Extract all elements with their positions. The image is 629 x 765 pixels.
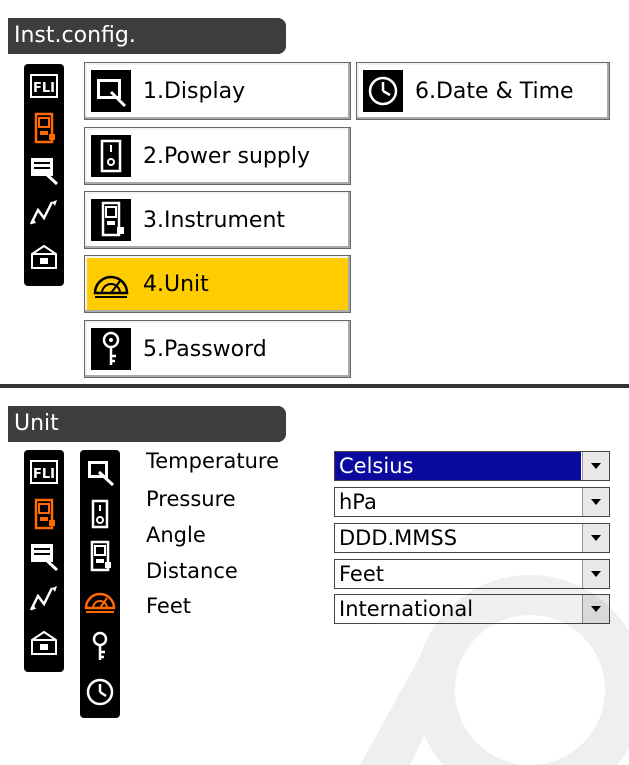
menu-label: 1.Display	[143, 79, 246, 104]
edit-tab-icon[interactable]	[28, 154, 60, 186]
key-icon	[91, 328, 131, 370]
angle-value: DDD.MMSS	[339, 526, 458, 550]
inst-config-title: Inst.config.	[8, 18, 286, 54]
graph-tab-icon[interactable]	[28, 582, 60, 614]
box-tab-icon[interactable]	[28, 626, 60, 658]
submenu-sidebar	[80, 450, 120, 718]
unit-title: Unit	[8, 406, 286, 442]
menu-instrument-button[interactable]: 3.Instrument	[84, 191, 351, 249]
clock-icon	[363, 70, 403, 112]
pressure-label: Pressure	[146, 487, 236, 511]
menu-power-supply-button[interactable]: 2.Power supply	[84, 127, 351, 185]
temperature-label: Temperature	[146, 449, 280, 473]
distance-label: Distance	[146, 559, 238, 583]
pressure-value: hPa	[339, 490, 377, 514]
graph-tab-icon[interactable]	[28, 196, 60, 228]
tab-fl-icon[interactable]: FLI	[28, 70, 60, 102]
chevron-down-icon[interactable]	[582, 488, 609, 516]
angle-label: Angle	[146, 523, 206, 547]
screen-gap	[0, 388, 629, 396]
svg-text:FLI: FLI	[33, 81, 55, 96]
temperature-value: Celsius	[335, 452, 581, 480]
display-icon	[91, 70, 131, 112]
angle-select[interactable]: DDD.MMSS	[334, 523, 610, 553]
temperature-select[interactable]: Celsius	[334, 451, 610, 481]
watermark-graphic	[360, 575, 629, 765]
tab-fl-icon[interactable]: FLI	[28, 456, 60, 488]
pressure-select[interactable]: hPa	[334, 487, 610, 517]
inst-config-screen: Inst.config. FLI 1.Display 2.Power suppl…	[0, 0, 629, 384]
instrument-tab-icon[interactable]	[28, 498, 60, 530]
chevron-down-icon[interactable]	[582, 452, 609, 480]
box-tab-icon[interactable]	[28, 240, 60, 272]
menu-unit-button[interactable]: 4.Unit	[84, 255, 351, 313]
menu-label: 2.Power supply	[143, 144, 310, 169]
menu-label: 6.Date & Time	[415, 79, 574, 104]
menu-date-time-button[interactable]: 6.Date & Time	[356, 62, 610, 120]
unit-protractor-icon[interactable]	[84, 584, 116, 616]
svg-text:FLI: FLI	[33, 467, 55, 482]
mode-sidebar: FLI	[24, 64, 64, 286]
mode-sidebar: FLI	[24, 450, 64, 672]
menu-label: 3.Instrument	[143, 208, 286, 233]
menu-display-button[interactable]: 1.Display	[84, 62, 351, 120]
instrument-tab-icon[interactable]	[28, 112, 60, 144]
unit-protractor-icon	[91, 263, 131, 305]
chevron-down-icon[interactable]	[582, 524, 609, 552]
menu-label: 5.Password	[143, 337, 267, 362]
instrument-icon	[91, 199, 131, 241]
clock-icon[interactable]	[84, 676, 116, 708]
key-icon[interactable]	[84, 630, 116, 662]
edit-tab-icon[interactable]	[28, 540, 60, 572]
feet-label: Feet	[146, 594, 192, 618]
menu-password-button[interactable]: 5.Password	[84, 320, 351, 378]
power-supply-icon[interactable]	[84, 498, 116, 530]
display-icon[interactable]	[84, 456, 116, 488]
menu-label: 4.Unit	[143, 272, 209, 297]
power-supply-icon	[91, 135, 131, 177]
instrument-icon[interactable]	[84, 540, 116, 572]
